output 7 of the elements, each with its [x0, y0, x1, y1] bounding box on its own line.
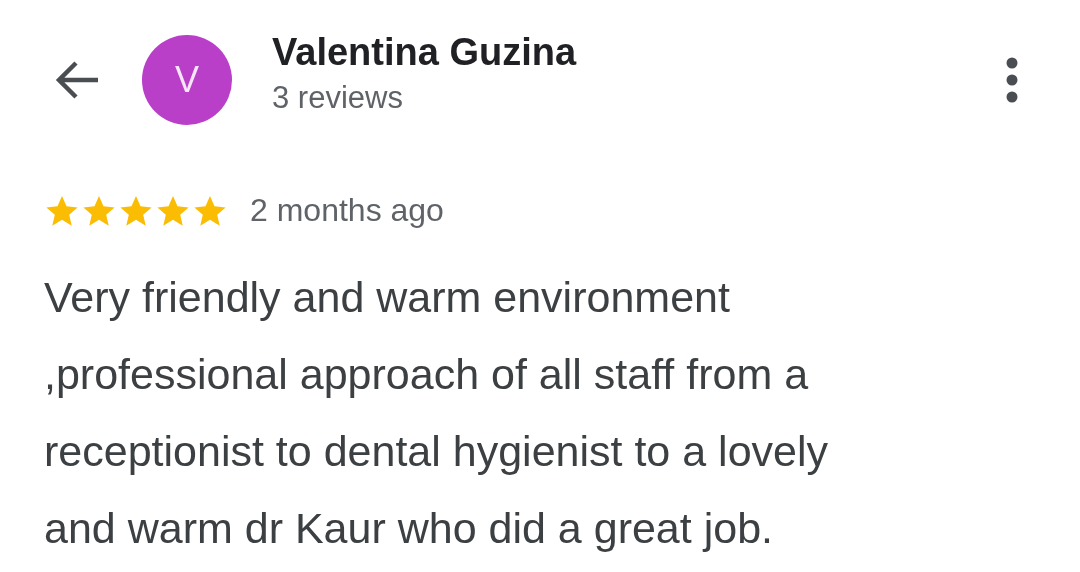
review-text: Very friendly and warm environment ,professional approach of all staff from a receptionist to dental hygienist to a lovely and warm dr Kaur who did a great job. [44, 272, 829, 554]
review-time: 2 months ago [250, 192, 444, 229]
more-icon [1005, 57, 1019, 103]
review-count: 3 reviews [272, 80, 404, 116]
back-arrow-icon [54, 60, 100, 100]
avatar: V [142, 35, 232, 125]
author-name: Valentina Guzina [272, 30, 578, 74]
